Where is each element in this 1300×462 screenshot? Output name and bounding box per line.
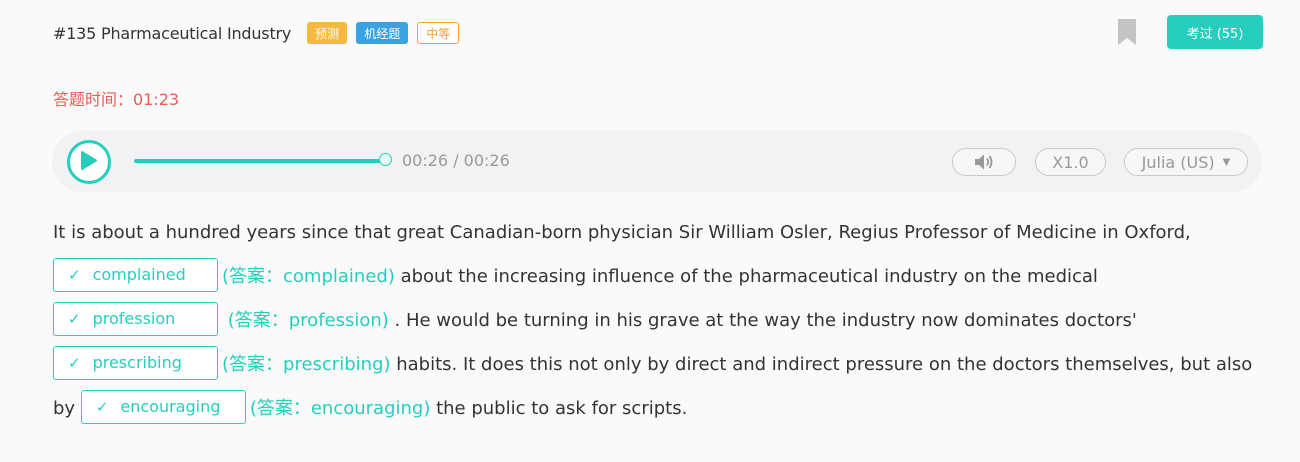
play-button[interactable]	[67, 140, 111, 184]
caret-down-icon: ▼	[1222, 156, 1231, 168]
blank-value: complained	[92, 265, 186, 284]
play-icon	[81, 151, 97, 170]
tag-predict: 预测	[307, 22, 348, 44]
blank-value: encouraging	[120, 397, 221, 416]
passed-button[interactable]: 考过 (55)	[1167, 15, 1263, 49]
tag-machine-question: 机经题	[356, 22, 409, 44]
blank-value: profession	[92, 309, 176, 328]
check-icon: ✓	[68, 310, 81, 328]
header: #135 Pharmaceutical Industry 预测 机经题 中等	[53, 18, 460, 48]
passage-text: It is about a hundred years since that g…	[53, 222, 1191, 243]
voice-select[interactable]: Julia (US) ▼	[1124, 148, 1248, 176]
voice-label: Julia (US)	[1141, 152, 1215, 172]
passage: It is about a hundred years since that g…	[53, 211, 1263, 431]
check-icon: ✓	[68, 354, 81, 372]
audio-player: 00:26 / 00:26 X1.0 Julia (US) ▼	[52, 131, 1262, 192]
passage-text: . He would be turning in his grave at th…	[388, 310, 1137, 331]
answer-timer: 答题时间：01:23	[53, 90, 180, 109]
playback-time: 00:26 / 00:26	[402, 151, 510, 170]
check-icon: ✓	[95, 398, 109, 416]
progress-handle[interactable]	[379, 153, 392, 166]
answer-text: (答案：complained)	[222, 266, 395, 287]
answer-text: (答案：prescribing)	[222, 354, 391, 375]
check-icon: ✓	[68, 266, 81, 284]
passage-text: about the increasing influence of the ph…	[394, 266, 1098, 287]
blank-input-3[interactable]: ✓ prescribing	[53, 346, 218, 380]
tag-difficulty: 中等	[417, 22, 460, 44]
bookmark-icon[interactable]	[1118, 19, 1136, 45]
volume-button[interactable]	[952, 148, 1016, 176]
blank-input-1[interactable]: ✓ complained	[53, 258, 218, 292]
answer-text: (答案：encouraging)	[249, 398, 431, 419]
progress-bar[interactable]	[134, 159, 386, 163]
passage-text: the public to ask for scripts.	[430, 398, 688, 419]
blank-input-4[interactable]: ✓ encouraging	[80, 390, 246, 424]
volume-icon	[975, 154, 993, 170]
blank-input-2[interactable]: ✓ profession	[53, 302, 218, 336]
speed-button[interactable]: X1.0	[1035, 148, 1106, 176]
question-title: #135 Pharmaceutical Industry	[53, 23, 292, 43]
blank-value: prescribing	[92, 353, 182, 372]
answer-text: (答案：profession)	[227, 310, 389, 331]
